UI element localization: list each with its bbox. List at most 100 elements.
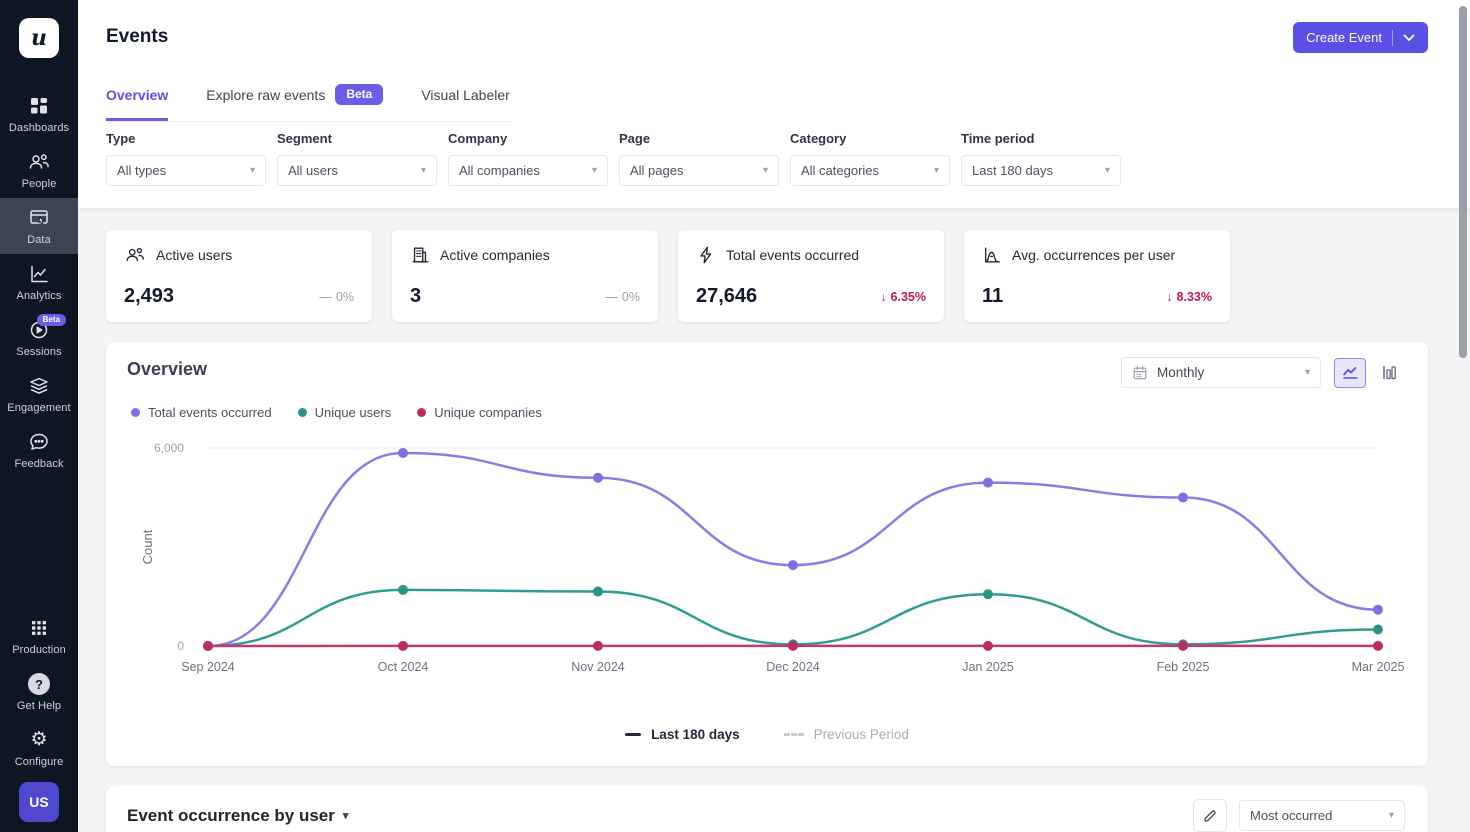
main-content: Events Create Event Overview Explore raw…	[78, 0, 1470, 832]
kpi-label: Active users	[156, 247, 232, 263]
tab-label: Explore raw events	[206, 87, 325, 103]
overview-card-title: Overview	[127, 359, 207, 380]
kpi-card-avg-occurrences: Avg. occurrences per user 11 ↓ 8.33%	[964, 230, 1230, 322]
select-value: All types	[117, 163, 166, 178]
vertical-scrollbar[interactable]	[1459, 6, 1467, 358]
sidebar-item-data[interactable]: Data	[0, 198, 78, 254]
granularity-value: Monthly	[1157, 365, 1204, 380]
sidebar-item-configure[interactable]: ⚙ Configure	[0, 720, 78, 776]
page-title: Events	[106, 26, 168, 48]
delta-direction-icon: ↓	[880, 290, 886, 304]
sidebar-item-label: Analytics	[17, 290, 62, 302]
legend-label: Previous Period	[814, 727, 909, 742]
event-occurrence-controls: Most occurred ▾	[1193, 799, 1405, 832]
chevron-down-icon: ▾	[250, 166, 255, 176]
kpi-delta: — 0%	[605, 290, 640, 304]
chevron-down-icon: ▾	[343, 811, 349, 822]
events-line-chart[interactable]: 06,000CountSep 2024Oct 2024Nov 2024Dec 2…	[122, 428, 1412, 680]
line-chart-icon	[1342, 365, 1359, 380]
kpi-row: Active users 2,493 — 0% Active companies…	[106, 230, 1230, 322]
svg-text:Feb 2025: Feb 2025	[1157, 660, 1210, 674]
sidebar-item-label: Get Help	[17, 700, 61, 712]
kpi-value: 2,493	[124, 285, 174, 308]
filters-row: Type All types▾ Segment All users▾ Compa…	[106, 131, 1121, 186]
sidebar-item-people[interactable]: People	[0, 142, 78, 198]
gear-icon: ⚙	[30, 729, 47, 751]
sessions-beta-badge: Beta	[37, 314, 66, 326]
dashboards-icon	[28, 95, 50, 117]
filter-category: Category All categories▾	[790, 131, 950, 186]
legend-current-period[interactable]: Last 180 days	[625, 727, 740, 742]
sidebar-item-sessions[interactable]: Beta Sessions	[0, 310, 78, 366]
delta-direction-icon: —	[319, 290, 332, 304]
sidebar-item-analytics[interactable]: Analytics	[0, 254, 78, 310]
series-legend-item[interactable]: Unique companies	[417, 405, 542, 420]
help-icon: ?	[28, 673, 50, 695]
delta-direction-icon: —	[605, 290, 618, 304]
series-legend-item[interactable]: Total events occurred	[131, 405, 272, 420]
kpi-delta: ↓ 8.33%	[1166, 290, 1212, 304]
user-avatar[interactable]: US	[19, 782, 59, 822]
series-legend-item[interactable]: Unique users	[298, 405, 392, 420]
event-occurrence-title[interactable]: Event occurrence by user ▾	[127, 806, 348, 826]
chevron-down-icon: ▾	[1305, 368, 1310, 378]
beta-badge: Beta	[335, 84, 383, 105]
company-select[interactable]: All companies▾	[448, 155, 608, 186]
sidebar-item-label: Engagement	[7, 402, 70, 414]
select-value: All categories	[801, 163, 879, 178]
sidebar-item-label: Production	[12, 644, 66, 656]
overview-chart-card: Overview Monthly ▾	[106, 342, 1428, 766]
select-value: Last 180 days	[972, 163, 1053, 178]
category-select[interactable]: All categories▾	[790, 155, 950, 186]
kpi-card-total-events: Total events occurred 27,646 ↓ 6.35%	[678, 230, 944, 322]
analytics-icon	[28, 263, 50, 285]
data-icon	[28, 207, 50, 229]
svg-text:Nov 2024: Nov 2024	[571, 660, 625, 674]
tab-overview[interactable]: Overview	[106, 84, 168, 121]
sort-select[interactable]: Most occurred ▾	[1239, 800, 1405, 831]
series-name: Unique companies	[434, 405, 542, 420]
logo-letter: u	[31, 25, 47, 51]
kpi-value: 27,646	[696, 285, 757, 308]
chevron-down-icon: ▾	[763, 166, 768, 176]
app-logo[interactable]: u	[19, 18, 59, 58]
card-title-text: Event occurrence by user	[127, 806, 335, 826]
tab-visual-labeler[interactable]: Visual Labeler	[421, 84, 509, 121]
chevron-down-icon: ▾	[1105, 166, 1110, 176]
tab-label: Overview	[106, 87, 168, 103]
dashed-line-swatch	[784, 733, 804, 736]
svg-text:Oct 2024: Oct 2024	[378, 660, 429, 674]
delta-value: 6.35%	[891, 290, 926, 304]
granularity-select[interactable]: Monthly ▾	[1121, 357, 1321, 388]
delta-direction-icon: ↓	[1166, 290, 1172, 304]
create-event-button[interactable]: Create Event	[1293, 22, 1428, 53]
kpi-delta: — 0%	[319, 290, 354, 304]
legend-label: Last 180 days	[651, 727, 740, 742]
page-select[interactable]: All pages▾	[619, 155, 779, 186]
select-value: All users	[288, 163, 338, 178]
sidebar-item-feedback[interactable]: Feedback	[0, 422, 78, 478]
legend-previous-period[interactable]: Previous Period	[784, 727, 909, 742]
delta-value: 0%	[622, 290, 640, 304]
sidebar-item-dashboards[interactable]: Dashboards	[0, 86, 78, 142]
sidebar-item-engagement[interactable]: Engagement	[0, 366, 78, 422]
filter-segment: Segment All users▾	[277, 131, 437, 186]
sidebar-item-label: Dashboards	[9, 122, 69, 134]
tab-explore-raw-events[interactable]: Explore raw events Beta	[206, 84, 383, 121]
sidebar-item-label: Data	[27, 234, 51, 246]
segment-select[interactable]: All users▾	[277, 155, 437, 186]
bar-chart-toggle[interactable]	[1374, 358, 1406, 388]
kpi-value: 3	[410, 285, 421, 308]
type-select[interactable]: All types ▾	[106, 155, 266, 186]
production-grid-icon	[28, 617, 50, 639]
svg-text:0: 0	[177, 639, 184, 653]
sidebar-item-production[interactable]: Production	[0, 608, 78, 664]
line-chart-toggle[interactable]	[1334, 358, 1366, 388]
edit-button[interactable]	[1193, 799, 1227, 832]
svg-text:Count: Count	[140, 529, 155, 564]
kpi-delta: ↓ 6.35%	[880, 290, 926, 304]
svg-text:6,000: 6,000	[154, 441, 184, 455]
feedback-chat-icon	[28, 431, 50, 453]
sidebar-item-get-help[interactable]: ? Get Help	[0, 664, 78, 720]
time-period-select[interactable]: Last 180 days ▾	[961, 155, 1121, 186]
